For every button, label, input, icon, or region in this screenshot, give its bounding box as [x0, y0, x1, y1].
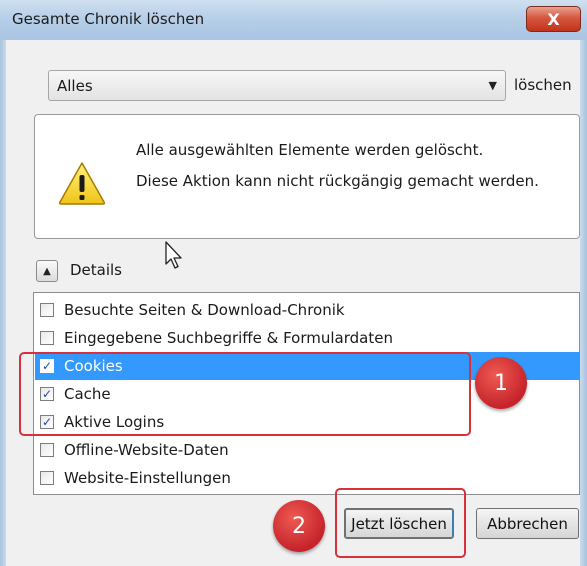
time-range-suffix: löschen [514, 76, 572, 94]
dropdown-arrow-icon: ▼ [488, 79, 497, 92]
list-item-site-settings[interactable]: Website-Einstellungen [35, 464, 580, 492]
checkbox[interactable] [40, 443, 54, 457]
list-item-label: Website-Einstellungen [64, 469, 231, 487]
warning-message-2: Diese Aktion kann nicht rückgängig gemac… [136, 172, 539, 190]
list-item-offline-data[interactable]: Offline-Website-Daten [35, 436, 580, 464]
checkbox[interactable] [40, 471, 54, 485]
close-button[interactable]: X [526, 6, 581, 32]
title-bar: Gesamte Chronik löschen X [0, 0, 587, 40]
mouse-cursor-icon [165, 241, 182, 269]
list-item-label: Offline-Website-Daten [64, 441, 229, 459]
cancel-button[interactable]: Abbrechen [476, 508, 579, 539]
window-title: Gesamte Chronik löschen [12, 10, 205, 28]
time-range-select[interactable]: Alles ▼ [48, 70, 506, 101]
warning-message-1: Alle ausgewählten Elemente werden gelösc… [136, 141, 484, 159]
annotation-highlight-1 [19, 352, 471, 436]
checkbox[interactable] [40, 331, 54, 345]
checkbox[interactable] [40, 303, 54, 317]
list-item-visited-pages[interactable]: Besuchte Seiten & Download-Chronik [35, 296, 580, 324]
warning-triangle-icon [58, 162, 106, 205]
details-toggle-button[interactable]: ▲ [36, 260, 58, 282]
annotation-badge-2: 2 [273, 500, 325, 552]
close-icon: X [547, 9, 560, 29]
list-item-label: Eingegebene Suchbegriffe & Formulardaten [64, 329, 393, 347]
list-item-search-form-data[interactable]: Eingegebene Suchbegriffe & Formulardaten [35, 324, 580, 352]
annotation-badge-1: 1 [475, 357, 527, 409]
details-label[interactable]: Details [70, 261, 122, 279]
chevron-up-icon: ▲ [43, 265, 51, 277]
cancel-label: Abbrechen [487, 514, 568, 533]
time-range-value: Alles [57, 77, 93, 95]
warning-panel: Alle ausgewählten Elemente werden gelösc… [34, 114, 580, 239]
window-frame-right [580, 40, 587, 566]
annotation-highlight-2 [335, 488, 466, 558]
list-item-label: Besuchte Seiten & Download-Chronik [64, 301, 345, 319]
